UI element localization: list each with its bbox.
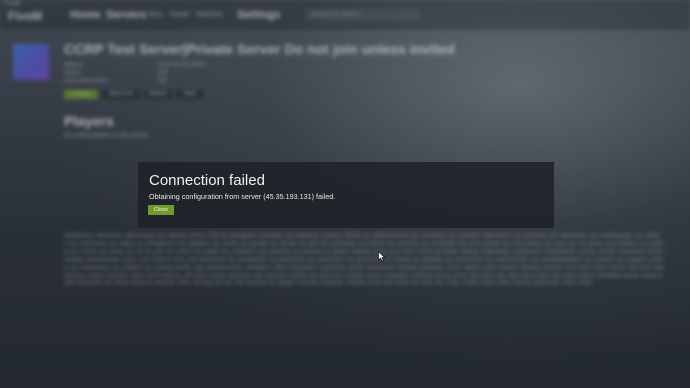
connection-failed-dialog: Connection failed Obtaining configuratio… [138, 162, 554, 228]
mouse-cursor-icon [378, 251, 386, 262]
dialog-message: Obtaining configuration from server (45.… [149, 192, 336, 201]
dialog-title: Connection failed [149, 172, 265, 189]
close-button[interactable]: Close [148, 205, 174, 215]
